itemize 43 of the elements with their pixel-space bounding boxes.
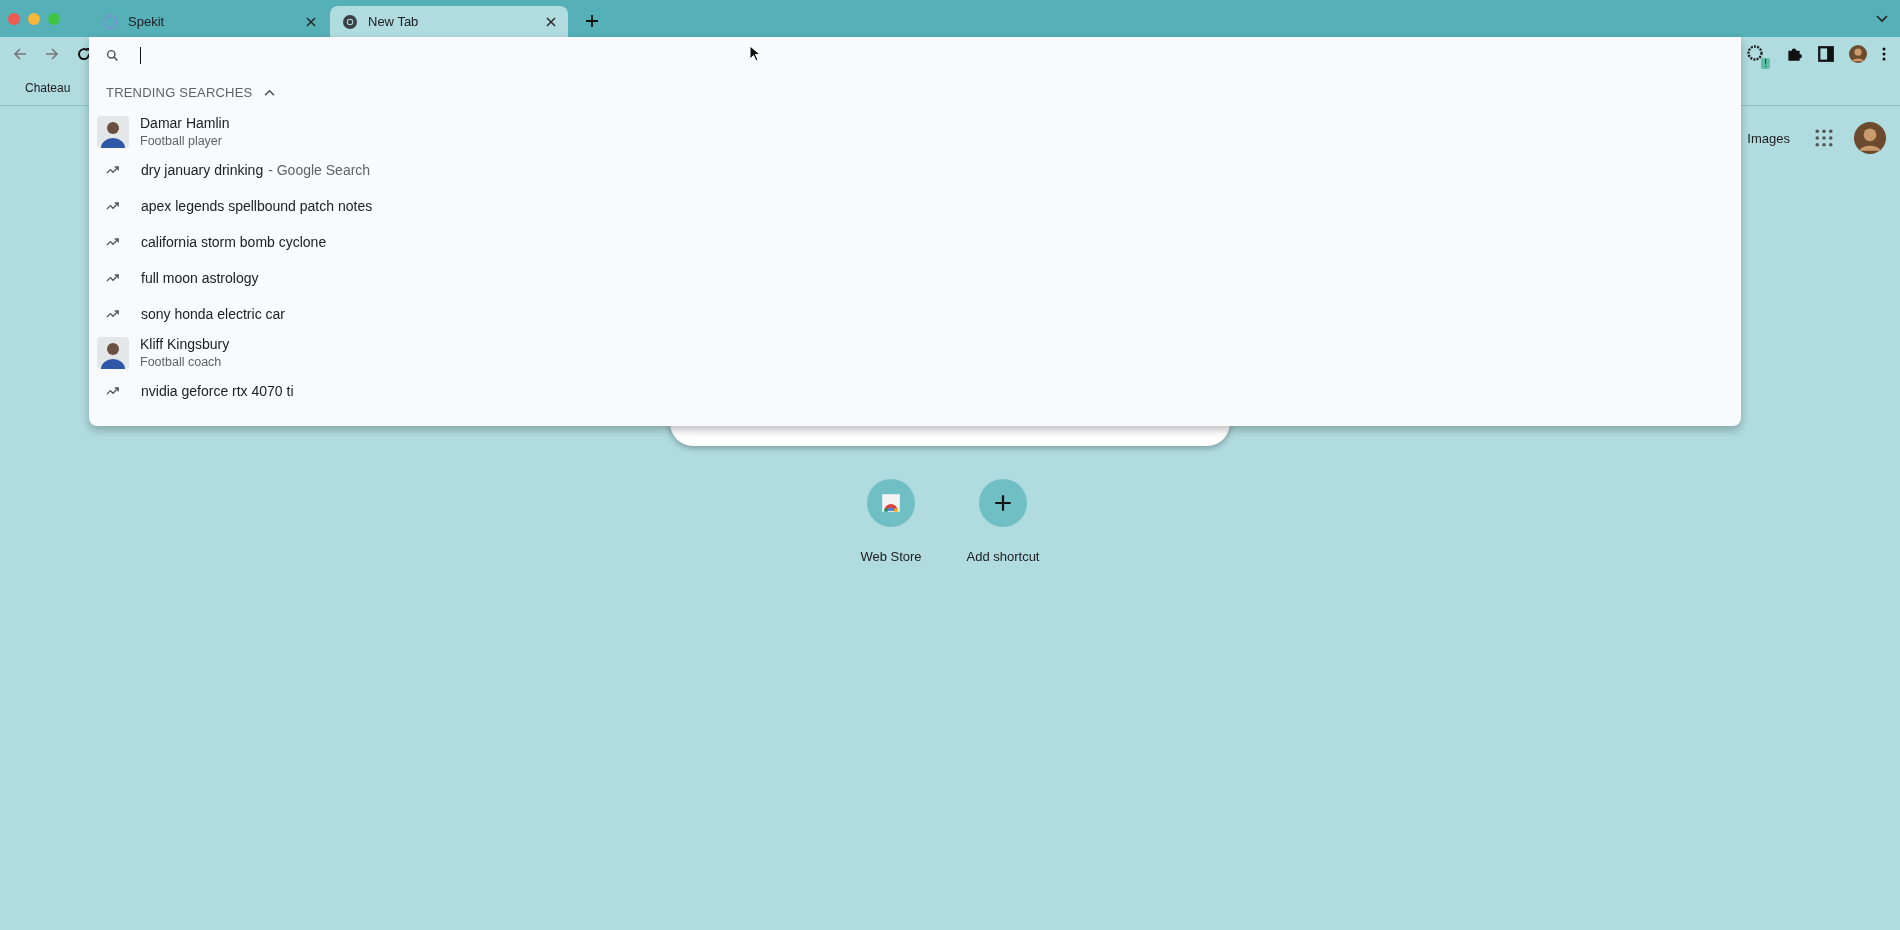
browser-tab[interactable]: Spekit [90,6,328,37]
apps-grid-icon[interactable] [1815,129,1833,147]
spinner-icon [102,13,118,30]
trending-icon [106,309,120,319]
warning-badge: ! [1761,58,1770,69]
person-thumbnail [97,336,129,369]
section-heading: TRENDING SEARCHES [106,84,253,100]
browser-tab[interactable]: New Tab [330,6,568,37]
account-avatar[interactable] [1854,122,1886,154]
suggestion-item[interactable]: apex legends spellbound patch notes [89,188,1741,224]
suggestion-item[interactable]: Kliff Kingsbury Football coach [89,332,1741,373]
images-link[interactable]: Images [1747,130,1790,146]
back-icon[interactable] [12,46,28,62]
chrome-icon [342,13,358,30]
chevron-down-icon[interactable] [1876,15,1888,23]
menu-icon[interactable] [1882,45,1886,63]
suggestion-item[interactable]: nvidia geforce rtx 4070 ti [89,373,1741,409]
suggestion-item[interactable]: california storm bomb cyclone [89,224,1741,260]
plus-icon[interactable] [585,14,599,28]
web-store-icon [880,492,902,514]
suggestion-item[interactable]: Damar Hamlin Football player [89,111,1741,152]
close-icon[interactable] [306,16,316,27]
search-icon [106,48,119,62]
reload-icon[interactable] [76,46,92,62]
shortcut-tile[interactable]: Add shortcut [947,479,1059,564]
trending-icon [106,165,120,175]
suggestion-item[interactable]: sony honda electric car [89,296,1741,332]
bookmark-item[interactable]: Chateau [25,81,71,95]
trending-icon [106,273,120,283]
forward-icon[interactable] [44,46,60,62]
person-thumbnail [97,115,129,148]
side-panel-icon[interactable] [1817,45,1835,63]
trending-icon [106,386,120,396]
suggestion-item[interactable]: full moon astrology [89,260,1741,296]
profile-avatar[interactable] [1849,45,1867,63]
trending-icon [106,237,120,247]
suggestion-item[interactable]: dry january drinking - Google Search [89,152,1741,188]
collapse-icon[interactable] [264,88,276,96]
trending-icon [106,201,120,211]
shortcut-tile[interactable]: Web Store [835,479,947,564]
mouse-pointer-icon [749,45,761,63]
plus-icon [992,492,1014,514]
close-icon[interactable] [546,16,556,27]
